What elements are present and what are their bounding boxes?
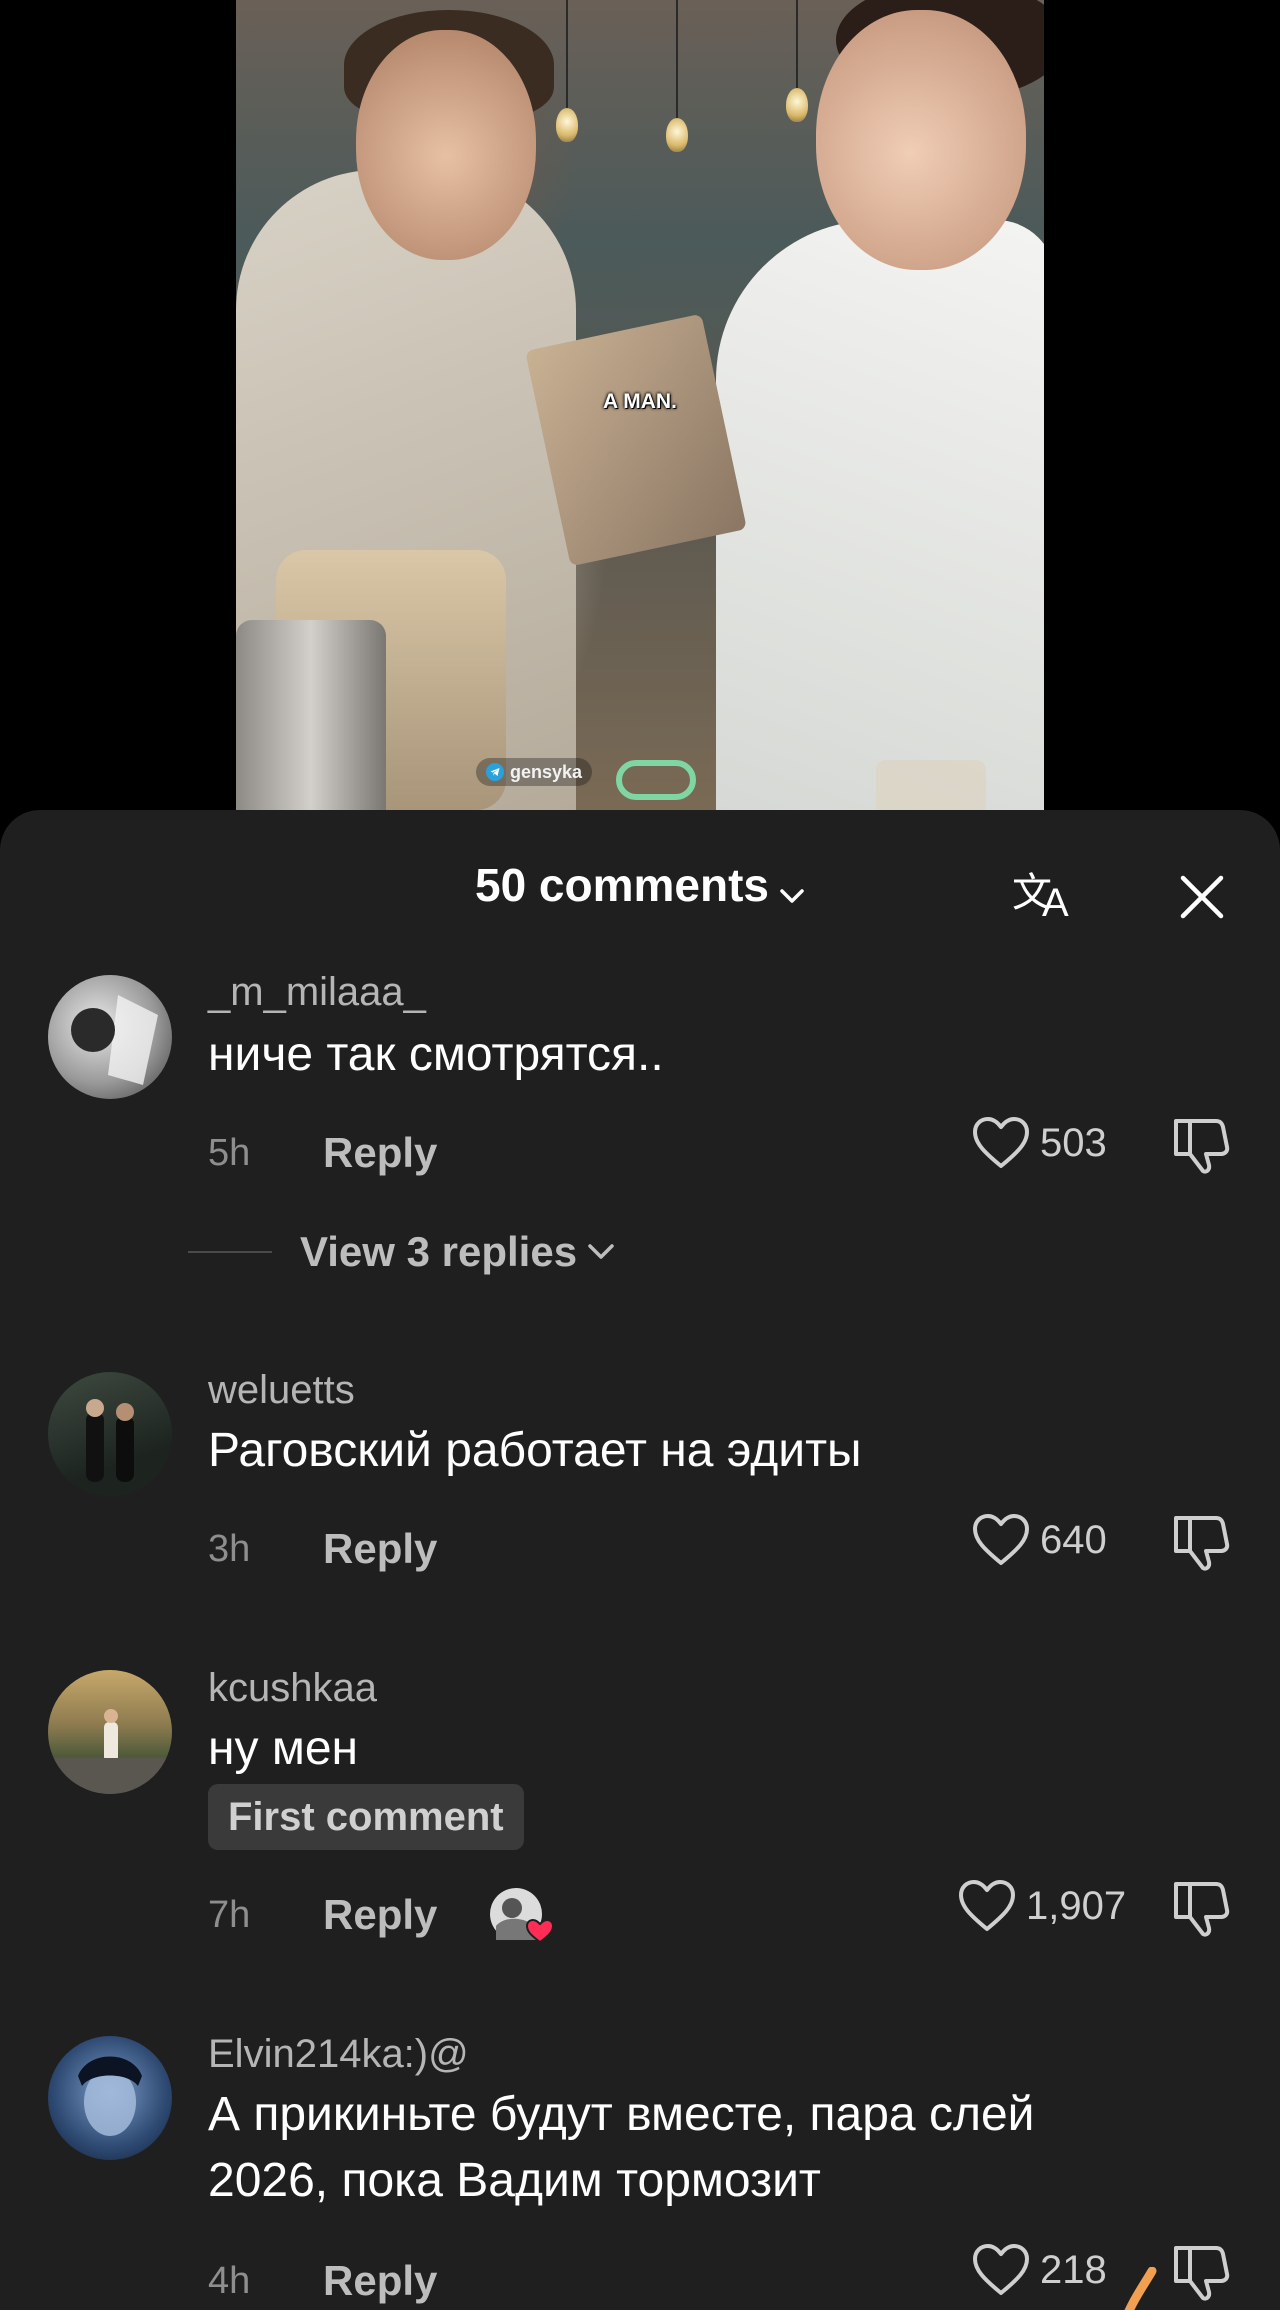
like-count: 503: [1040, 1120, 1107, 1165]
comment-text-line: А прикиньте будут вместе, пара слей: [208, 2088, 1035, 2141]
lamp-wire: [796, 0, 798, 90]
close-button[interactable]: [1175, 870, 1229, 924]
man-head: [356, 30, 536, 260]
comments-header: 50 comments 文 A: [0, 810, 1280, 920]
lamp-bulb: [786, 88, 808, 122]
svg-text:A: A: [1042, 881, 1069, 920]
avatar[interactable]: [48, 2036, 172, 2160]
like-button[interactable]: 218: [972, 2243, 1107, 2297]
comment-text: Раговский работает на эдиты: [208, 1424, 862, 1477]
dislike-button[interactable]: [1172, 1113, 1232, 1180]
dislike-button[interactable]: [1172, 1510, 1232, 1577]
heart-icon: [973, 1117, 1029, 1168]
comments-sheet: 50 comments 文 A _m_milaaa_ ниче так смот…: [0, 810, 1280, 2310]
avatar[interactable]: [48, 975, 172, 1099]
telegram-icon: [486, 763, 504, 781]
thumbs-down-icon: [1174, 2246, 1230, 2301]
comment-username[interactable]: weluetts: [208, 1370, 355, 1410]
dislike-button[interactable]: [1172, 1876, 1232, 1943]
comments-count-selector[interactable]: 50 comments: [0, 862, 1280, 912]
woman-head: [816, 10, 1026, 270]
comment-time: 7h: [208, 1894, 251, 1936]
comment-time: 4h: [208, 2260, 251, 2302]
video-player[interactable]: A MAN. gensyka: [236, 0, 1044, 810]
comment-time: 3h: [208, 1528, 251, 1570]
comment-time: 5h: [208, 1132, 251, 1174]
first-comment-badge: First comment: [208, 1784, 524, 1850]
close-icon: [1180, 875, 1224, 919]
like-count: 1,907: [1026, 1883, 1127, 1928]
watermark: gensyka: [476, 758, 593, 786]
divider-line: [188, 1251, 272, 1253]
chevron-down-icon: [779, 866, 805, 912]
reply-button[interactable]: Reply: [323, 1528, 437, 1570]
like-button[interactable]: 640: [972, 1513, 1107, 1567]
like-button[interactable]: 503: [972, 1116, 1107, 1170]
video-caption: A MAN.: [603, 390, 677, 413]
green-lid: [616, 760, 696, 800]
comment-text: А прикиньте будут вместе, пара слей 2026…: [208, 2082, 1158, 2214]
brush-stroke-mark: [1118, 2266, 1158, 2310]
comment-username[interactable]: _m_milaaa_: [208, 972, 426, 1012]
thumbs-down-icon: [1174, 1119, 1230, 1174]
comments-count-label: 50 comments: [474, 859, 769, 911]
like-button[interactable]: 1,907: [958, 1879, 1126, 1933]
comment-text-line: 2026, пока Вадим тормозит: [208, 2154, 821, 2207]
comment-username[interactable]: Elvin214ka:)@: [208, 2034, 469, 2074]
chevron-down-icon: [588, 1244, 614, 1259]
creator-liked-badge: [490, 1886, 555, 1946]
translate-button[interactable]: 文 A: [1010, 865, 1080, 921]
translate-icon: 文 A: [1012, 870, 1069, 920]
avatar[interactable]: [48, 1670, 172, 1794]
dislike-button[interactable]: [1172, 2240, 1232, 2307]
lamp-bulb: [666, 118, 688, 152]
heart-icon: [959, 1880, 1015, 1931]
heart-icon: [973, 2244, 1029, 2295]
lamp-bulb: [556, 108, 578, 142]
view-replies-label: View 3 replies: [300, 1228, 578, 1275]
thumbs-down-icon: [1174, 1516, 1230, 1571]
thumbs-down-icon: [1174, 1882, 1230, 1937]
woman-figure: [716, 220, 1044, 810]
heart-icon: [973, 1514, 1029, 1565]
comment-username[interactable]: kcushkaa: [208, 1668, 377, 1708]
watermark-text: gensyka: [510, 761, 583, 782]
like-count: 640: [1040, 1517, 1107, 1562]
comment-text: ниче так смотрятся..: [208, 1028, 664, 1081]
lamp-wire: [566, 0, 568, 110]
lamp-wire: [676, 0, 678, 120]
tumbler-cup: [236, 620, 386, 810]
reply-button[interactable]: Reply: [323, 2260, 437, 2302]
reply-button[interactable]: Reply: [323, 1894, 437, 1936]
reply-button[interactable]: Reply: [323, 1132, 437, 1174]
avatar[interactable]: [48, 1372, 172, 1496]
like-count: 218: [1040, 2247, 1107, 2292]
glass: [876, 760, 986, 810]
view-replies-button[interactable]: View 3 replies: [188, 1228, 615, 1276]
comment-text: ну мен: [208, 1722, 359, 1775]
